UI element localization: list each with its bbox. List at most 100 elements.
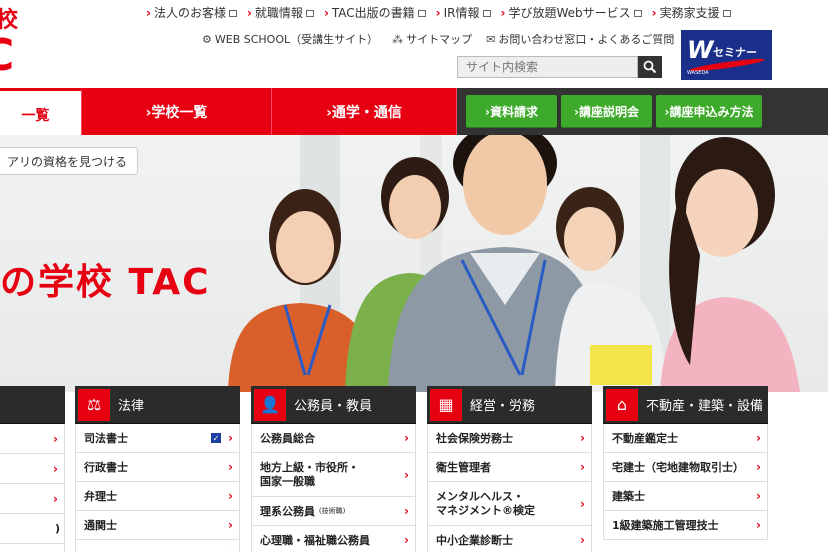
category-item[interactable]: ) xyxy=(0,514,65,544)
chevron-right-icon: › xyxy=(756,518,761,532)
link-employment[interactable]: › 就職情報 xyxy=(247,4,314,21)
category-item[interactable]: 1級建築施工管理技士 › xyxy=(603,511,768,540)
category-title: 法律 xyxy=(118,399,145,414)
external-link-icon xyxy=(228,10,237,17)
category-header: ⚖ 法律 xyxy=(75,386,240,424)
scales-icon: ⚖ xyxy=(78,388,110,421)
category-header: ▦ 経営・労務 xyxy=(427,386,592,424)
category-column-civil-service: 👤 公務員・教員 公務員総合 › 地方上級・市役所・ 国家一般職 › 理系公務員 (… xyxy=(251,386,416,552)
category-item[interactable]: 不動産鑑定士 › xyxy=(603,424,768,453)
link-web-school[interactable]: ⚙ WEB SCHOOL（受講生サイト） xyxy=(202,31,378,47)
seminar-sub: WASEDA xyxy=(687,70,709,76)
tac-logo[interactable]: 校 C xyxy=(0,0,30,84)
link-label: お問い合わせ窓口・よくあるご質問 xyxy=(498,33,675,46)
chevron-right-icon: › xyxy=(404,533,409,547)
chevron-right-icon: › xyxy=(580,533,585,547)
logo-text-main: C xyxy=(0,30,14,81)
external-link-icon xyxy=(417,10,426,17)
link-label: IR情報 xyxy=(443,6,480,20)
category-item[interactable]: 建築士 › xyxy=(603,482,768,511)
chevron-right-icon: › xyxy=(228,431,233,445)
chevron-right-icon: › xyxy=(651,5,657,20)
link-web-service[interactable]: › 学び放題Webサービス xyxy=(501,4,642,21)
chevron-right-icon: › xyxy=(53,461,58,476)
chevron-right-icon: › xyxy=(228,518,233,532)
search-input[interactable] xyxy=(457,56,638,78)
category-title: 経営・労務 xyxy=(470,399,536,414)
link-books[interactable]: › TAC出版の書籍 xyxy=(324,4,426,21)
sitemap-icon: ⁂ xyxy=(392,32,404,46)
category-item[interactable]: 理系公務員 (技術職) › xyxy=(251,497,416,526)
hero-banner[interactable]: アリの資格を見つける の学校 TAC xyxy=(0,135,828,392)
tab-list[interactable]: 一覧 xyxy=(0,88,82,138)
tab-school-list[interactable]: ›学校一覧 xyxy=(82,88,272,135)
item-note: (技術職) xyxy=(318,507,346,515)
chevron-right-icon: › xyxy=(228,489,233,503)
category-item[interactable]: › xyxy=(0,424,65,454)
people-photo xyxy=(228,135,800,392)
category-item[interactable]: メンタルヘルス・ マネジメント®検定 › xyxy=(427,482,592,526)
chevron-right-icon: › xyxy=(53,431,58,446)
link-sitemap[interactable]: ⁂ サイトマップ xyxy=(392,31,472,47)
page: 校 C ›法人のお客様 ›就職情報 ›TAC出版の書籍 ›IR情報 ›学び放題W… xyxy=(0,0,828,552)
link-label: 就職情報 xyxy=(254,6,303,20)
category-column-management: ▦ 経営・労務 社会保険労務士 › 衛生管理者 › メンタルヘルス・ マネジメント®… xyxy=(427,386,592,552)
chevron-right-icon: › xyxy=(404,431,409,445)
link-ir[interactable]: › IR情報 xyxy=(436,4,491,21)
house-icon: ⌂ xyxy=(606,388,638,421)
category-item[interactable]: 宅建士（宅地建物取引士） › xyxy=(603,453,768,482)
category-column: › › › ) xyxy=(0,386,65,552)
link-corporate[interactable]: › 法人のお客様 xyxy=(146,4,237,21)
item-label: 行政書士 xyxy=(84,461,128,474)
application-method-button[interactable]: ›講座申込み方法 xyxy=(656,95,762,127)
category-item[interactable]: 地方上級・市役所・ 国家一般職 › xyxy=(251,453,416,497)
search-icon xyxy=(643,60,657,74)
item-label: 衛生管理者 xyxy=(436,461,491,474)
category-item[interactable]: › xyxy=(75,540,240,552)
category-item[interactable] xyxy=(0,544,65,552)
item-label: 1級建築施工管理技士 xyxy=(612,519,719,532)
mail-icon: ✉ xyxy=(486,32,496,46)
item-label: 社会保険労務士 xyxy=(436,432,513,445)
chevron-right-icon: › xyxy=(323,5,329,20)
seminar-mark: W xyxy=(687,36,714,64)
search-button[interactable] xyxy=(638,56,662,78)
category-item[interactable]: 行政書士 › xyxy=(75,453,240,482)
category-item[interactable]: › xyxy=(0,454,65,484)
course-briefing-button[interactable]: ›講座説明会 xyxy=(561,95,652,127)
chevron-right-icon: › xyxy=(146,5,151,20)
link-label: TAC出版の書籍 xyxy=(331,6,415,20)
chevron-right-icon: › xyxy=(580,496,585,511)
external-link-icon xyxy=(633,10,642,17)
item-label: 宅建士（宅地建物取引士） xyxy=(612,461,744,474)
category-item[interactable]: 社会保険労務士 › xyxy=(427,424,592,453)
link-label: WEB SCHOOL（受講生サイト） xyxy=(214,33,379,46)
chevron-right-icon: › xyxy=(53,491,58,506)
chevron-right-icon: › xyxy=(756,460,761,474)
link-contact[interactable]: ✉ お問い合わせ窓口・よくあるご質問 xyxy=(486,31,674,47)
request-materials-button[interactable]: ›資料請求 xyxy=(466,95,557,127)
tab-commute-correspondence[interactable]: ›通学・通信 xyxy=(272,88,457,135)
chevron-right-icon: › xyxy=(228,547,233,552)
category-item[interactable]: 弁理士 › xyxy=(75,482,240,511)
category-item[interactable]: 衛生管理者 › xyxy=(427,453,592,482)
site-search xyxy=(457,56,662,78)
category-item[interactable]: 司法書士 ✓ › xyxy=(75,424,240,453)
category-item[interactable]: 通関士 › xyxy=(75,511,240,540)
seminar-label: セミナー xyxy=(713,46,757,59)
category-header: 👤 公務員・教員 xyxy=(251,386,416,424)
chevron-right-icon: › xyxy=(500,5,506,20)
w-seminar-banner[interactable]: W セミナー WASEDA xyxy=(681,30,772,80)
chevron-right-icon: › xyxy=(228,460,233,474)
item-label: 心理職・福祉職公務員 xyxy=(260,534,370,547)
category-item[interactable]: › xyxy=(0,484,65,514)
category-item[interactable]: 心理職・福祉職公務員 › xyxy=(251,526,416,552)
category-item[interactable]: 公務員総合 › xyxy=(251,424,416,453)
item-label: 理系公務員 xyxy=(260,505,315,518)
link-label: 法人のお客様 xyxy=(153,6,226,20)
category-item[interactable]: 中小企業診断士 › xyxy=(427,526,592,552)
category-header xyxy=(0,386,65,424)
calculator-icon: ▦ xyxy=(430,388,462,421)
chevron-right-icon: › xyxy=(756,489,761,503)
link-practitioner[interactable]: › 実務家支援 xyxy=(652,4,731,21)
